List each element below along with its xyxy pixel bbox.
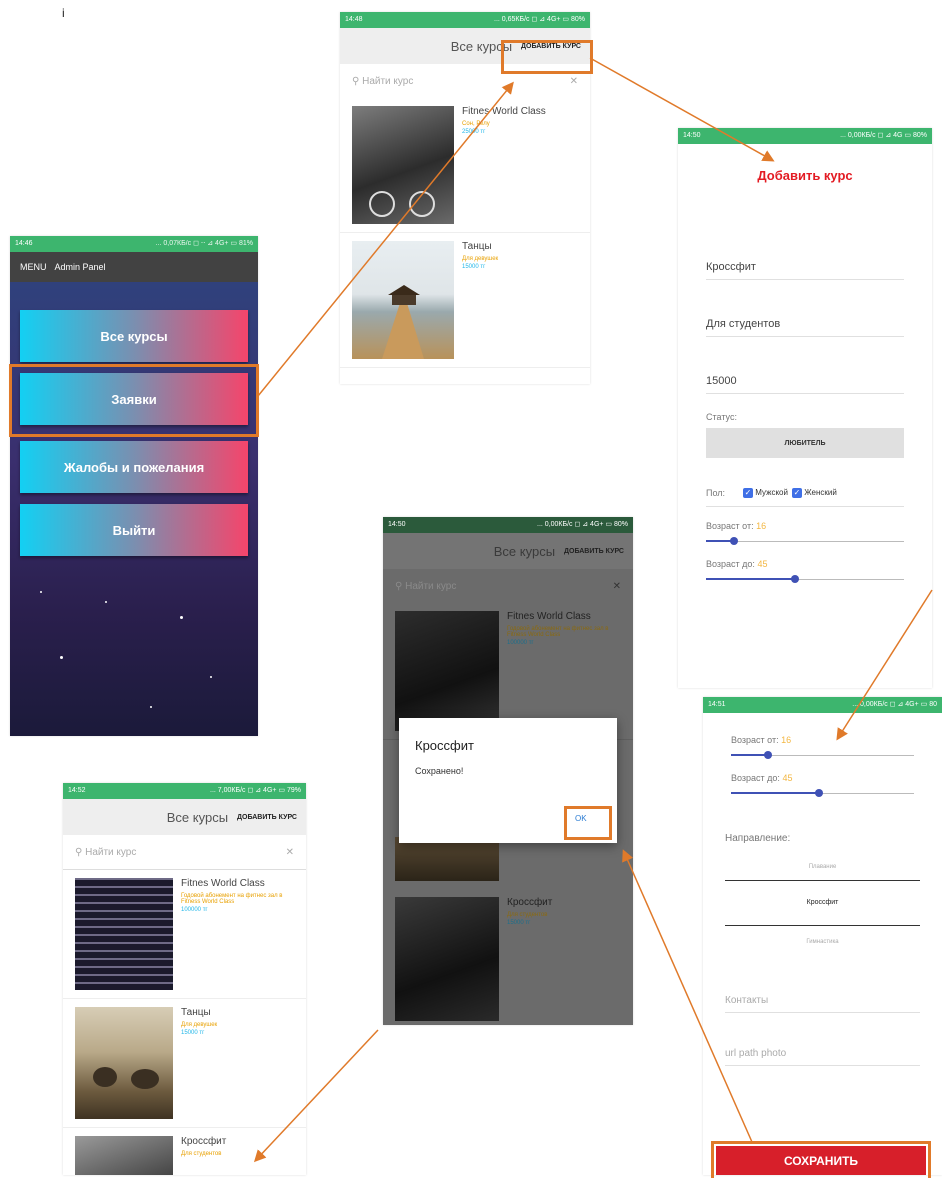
arrow-dialog-to-list: [253, 1029, 379, 1163]
arrow-form-to-scrolled: [836, 589, 933, 741]
arrow-save-to-dialog: [622, 849, 753, 1143]
flow-arrows: [253, 57, 933, 1163]
arrow-add-to-form: [589, 57, 775, 162]
arrow-requests-to-list: [257, 81, 514, 397]
